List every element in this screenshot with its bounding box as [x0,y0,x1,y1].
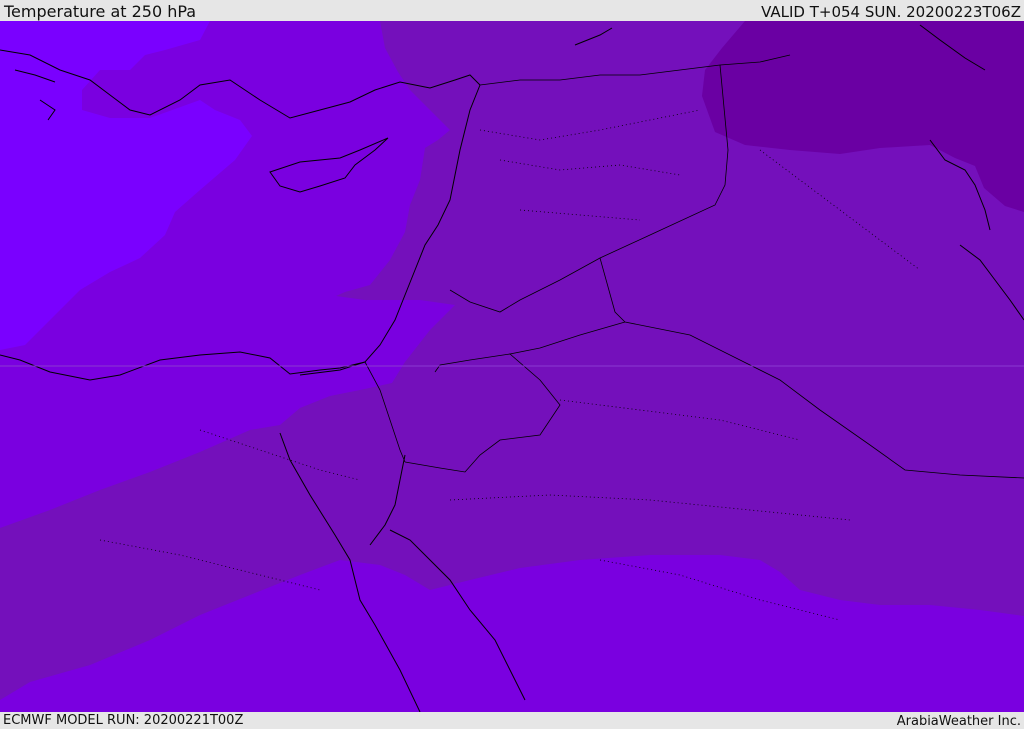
map-canvas [0,21,1024,712]
footer-bar: ECMWF MODEL RUN: 20200221T00Z ArabiaWeat… [0,712,1024,729]
header-bar: Temperature at 250 hPa VALID T+054 SUN. … [0,0,1024,21]
credit: ArabiaWeather Inc. [896,714,1021,729]
model-run: ECMWF MODEL RUN: 20200221T00Z [3,713,244,728]
forecast-map-page: Temperature at 250 hPa VALID T+054 SUN. … [0,0,1024,729]
map-title: Temperature at 250 hPa [4,2,197,21]
valid-time: VALID T+054 SUN. 20200223T06Z [761,3,1021,21]
temperature-map [0,21,1024,712]
